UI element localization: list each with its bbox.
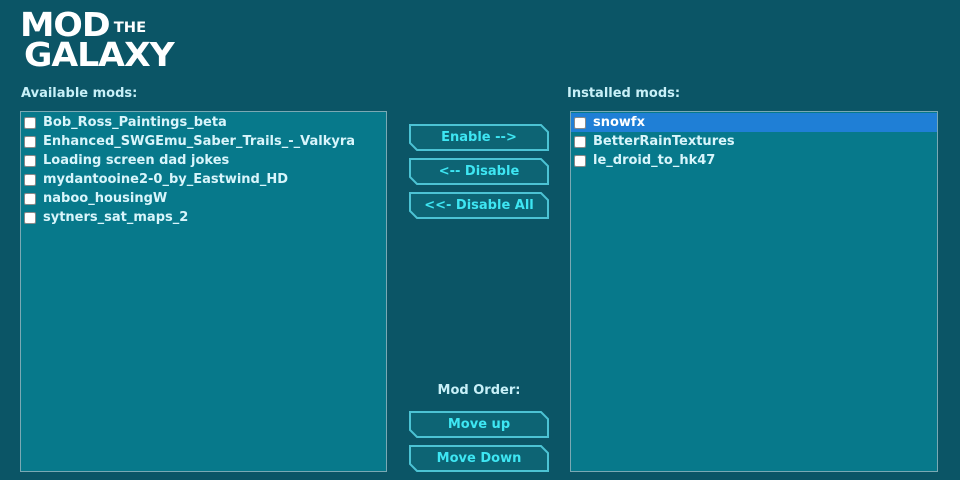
mod-list-item[interactable]: Loading screen dad jokes [21, 151, 386, 170]
mod-name: le_droid_to_hk47 [593, 153, 716, 168]
move-down-button[interactable]: Move Down [409, 445, 549, 472]
mod-checkbox[interactable] [24, 135, 36, 148]
disable-button-label: <-- Disable [438, 164, 520, 179]
disable-button[interactable]: <-- Disable [409, 158, 549, 185]
mod-name: Enhanced_SWGEmu_Saber_Trails_-_Valkyra [43, 134, 356, 149]
mod-list-item[interactable]: naboo_housingW [21, 189, 386, 208]
disable-all-button-label: <<- Disable All [424, 198, 534, 213]
mod-order-label: Mod Order: [437, 383, 521, 398]
enable-button-label: Enable --> [441, 130, 517, 145]
mod-checkbox[interactable] [574, 135, 586, 148]
mod-checkbox[interactable] [574, 116, 586, 129]
mod-list-item[interactable]: sytners_sat_maps_2 [21, 208, 386, 227]
move-up-button-label: Move up [447, 417, 511, 432]
mod-list-item[interactable]: BetterRainTextures [571, 132, 937, 151]
mod-checkbox[interactable] [24, 116, 36, 129]
disable-all-button[interactable]: <<- Disable All [409, 192, 549, 219]
mod-checkbox[interactable] [24, 154, 36, 167]
logo-line-1-small: THE [113, 20, 147, 36]
available-mods-list[interactable]: Bob_Ross_Paintings_beta Enhanced_SWGEmu_S… [20, 111, 387, 472]
mod-list-item[interactable]: Bob_Ross_Paintings_beta [21, 113, 386, 132]
installed-mods-list[interactable]: snowfx BetterRainTextures le_droid_to_hk47 [570, 111, 938, 472]
mod-checkbox[interactable] [24, 211, 36, 224]
mod-list-item[interactable]: mydantooine2-0_by_Eastwind_HD [21, 170, 386, 189]
mod-name: snowfx [593, 115, 645, 130]
move-up-button[interactable]: Move up [409, 411, 549, 438]
mod-checkbox[interactable] [24, 173, 36, 186]
move-down-button-label: Move Down [436, 451, 522, 466]
installed-mods-label: Installed mods: [567, 86, 681, 101]
enable-button[interactable]: Enable --> [409, 124, 549, 151]
mod-list-item[interactable]: le_droid_to_hk47 [571, 151, 937, 170]
logo-line-2: GALAXY [24, 35, 175, 74]
mod-checkbox[interactable] [24, 192, 36, 205]
mod-name: BetterRainTextures [593, 134, 735, 149]
available-mods-label: Available mods: [21, 86, 138, 101]
mod-list-item[interactable]: snowfx [571, 113, 937, 132]
mod-the-galaxy-logo: MOD THE GALAXY [20, 8, 190, 72]
mod-name: Bob_Ross_Paintings_beta [43, 115, 227, 130]
mod-list-item[interactable]: Enhanced_SWGEmu_Saber_Trails_-_Valkyra [21, 132, 386, 151]
mod-name: naboo_housingW [43, 191, 168, 206]
mod-name: mydantooine2-0_by_Eastwind_HD [43, 172, 289, 187]
mod-name: Loading screen dad jokes [43, 153, 230, 168]
mod-name: sytners_sat_maps_2 [43, 210, 189, 225]
mod-checkbox[interactable] [574, 154, 586, 167]
